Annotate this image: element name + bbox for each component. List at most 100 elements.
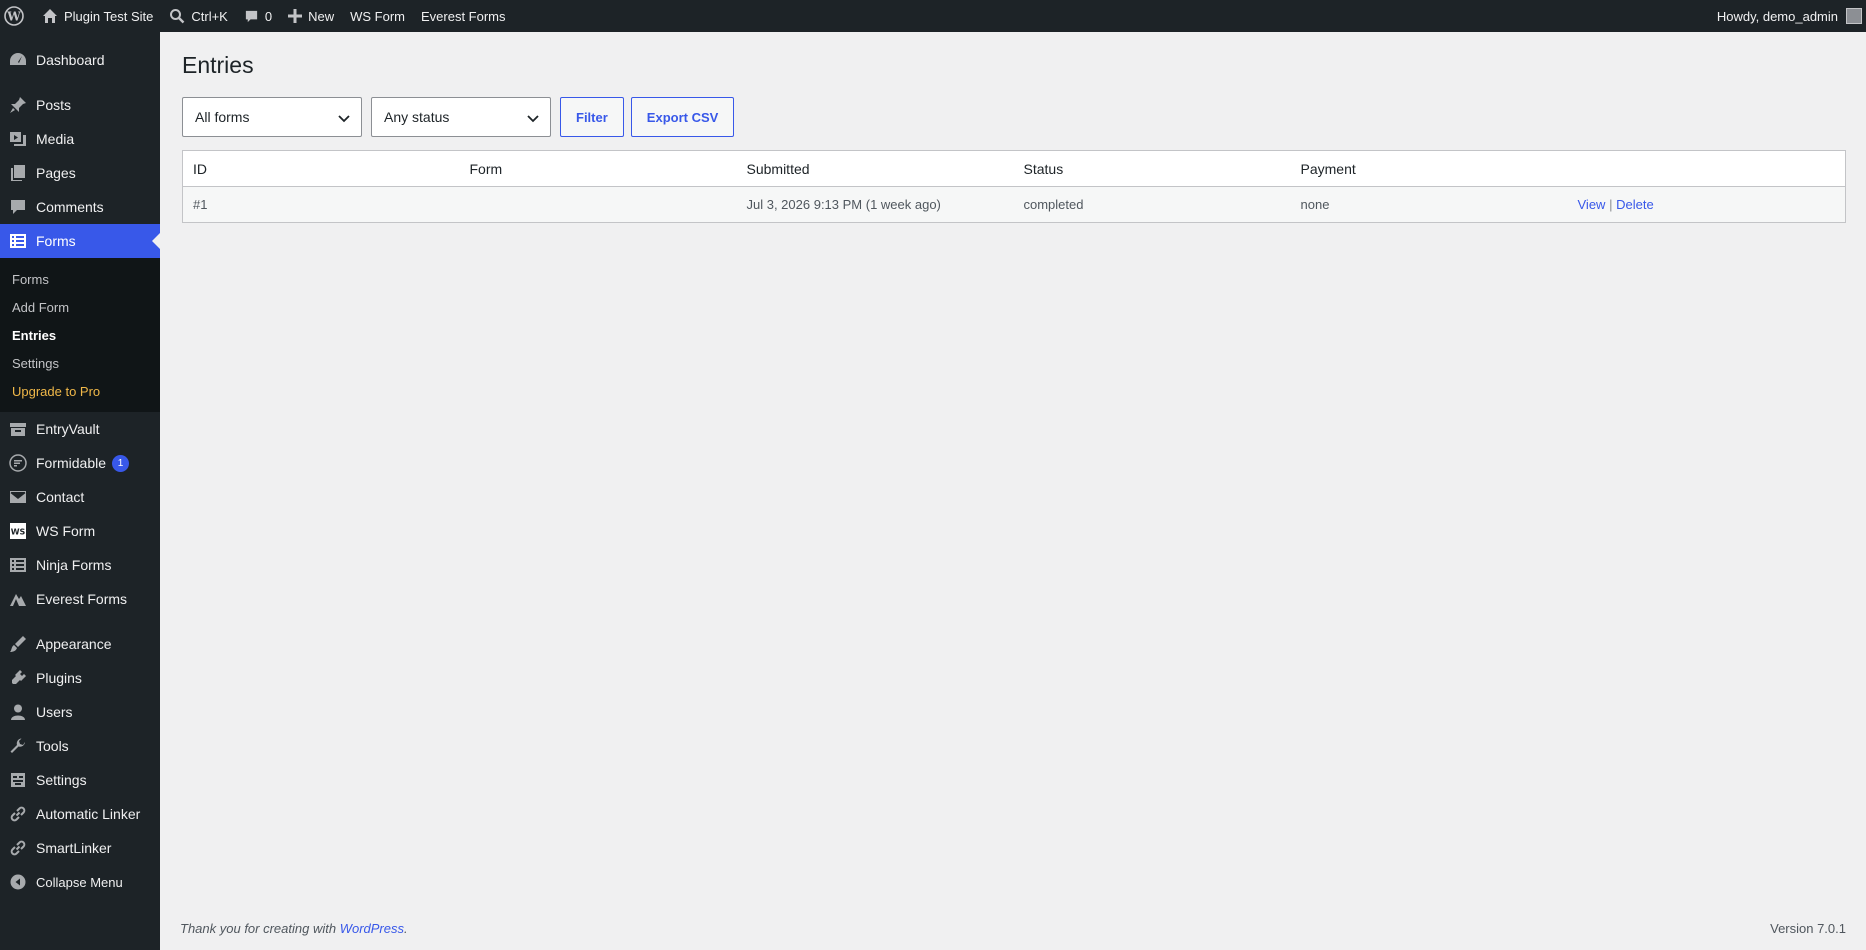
my-account[interactable]: Howdy, demo_admin [1709,0,1866,32]
menu-label: Ninja Forms [36,557,112,573]
menu-forms[interactable]: Forms [0,224,160,258]
menu-label: Settings [36,772,87,788]
admin-bar: W Plugin Test Site Ctrl+K 0 New WS Form … [0,0,1866,32]
status-select[interactable]: Any status [371,97,551,137]
menu-label: Plugins [36,670,82,686]
menu-plugins[interactable]: Plugins [0,661,160,695]
menu-label: Appearance [36,636,112,652]
paintbrush-icon [8,634,28,654]
view-link[interactable]: View [1578,197,1606,212]
plug-icon [8,668,28,688]
menu-formidable[interactable]: Formidable 1 [0,446,160,480]
page-title: Entries [182,52,254,78]
dashboard-icon [8,50,28,70]
form-select[interactable]: All forms [182,97,362,137]
action-separator: | [1609,197,1613,212]
ws-form-label: WS Form [350,8,405,24]
menu-media[interactable]: Media [0,122,160,156]
filter-bar: All forms Any status Filter Export CSV [182,97,1846,137]
submenu-upgrade-pro[interactable]: Upgrade to Pro [0,377,160,405]
menu-label: Dashboard [36,52,105,68]
menu-posts[interactable]: Posts [0,88,160,122]
comments-icon [8,197,28,217]
menu-label: Formidable [36,455,107,471]
menu-label: Tools [36,738,69,754]
menu-users[interactable]: Users [0,695,160,729]
wordpress-logo-icon[interactable]: W [0,0,34,32]
main-content: Entries All forms Any status Filter Expo… [160,32,1866,950]
everest-forms-icon [8,589,28,609]
menu-dashboard[interactable]: Dashboard [0,43,160,77]
footer-thanks-text: Thank you for creating with [180,921,337,936]
plus-icon [288,9,303,23]
svg-text:W: W [6,10,21,24]
menu-smartlinker[interactable]: SmartLinker [0,831,160,865]
collapse-arrow-icon [8,872,28,892]
wrench-icon [8,736,28,756]
pages-icon [8,163,28,183]
ws-form-icon: WS [8,521,28,541]
admin-sidebar: Dashboard Posts Media Pages Comments For… [0,32,160,950]
export-csv-button[interactable]: Export CSV [630,97,735,137]
chevron-down-icon [527,115,539,123]
filter-button[interactable]: Filter [560,97,624,137]
menu-label: Users [36,704,73,720]
cell-submitted: Jul 3, 2026 9:13 PM (1 week ago) [736,186,1014,223]
submenu-forms[interactable]: Forms [0,265,160,293]
formidable-icon [8,453,28,473]
menu-tools[interactable]: Tools [0,729,160,763]
comments-link[interactable]: 0 [236,0,280,32]
menu-pages[interactable]: Pages [0,156,160,190]
site-name: Plugin Test Site [64,8,154,24]
menu-comments[interactable]: Comments [0,190,160,224]
menu-label: WS Form [36,523,96,539]
column-header-id: ID [182,150,460,187]
column-header-actions [1567,150,1846,187]
search-shortcut: Ctrl+K [191,8,228,24]
menu-appearance[interactable]: Appearance [0,627,160,661]
comment-bubble-icon [245,10,257,22]
menu-contact[interactable]: Contact [0,480,160,514]
menu-label: Collapse Menu [36,874,123,890]
new-content-link[interactable]: New [280,0,342,32]
cell-status: completed [1013,186,1291,223]
menu-everest-forms[interactable]: Everest Forms [0,582,160,616]
menu-label: Everest Forms [36,591,128,607]
footer-thanks: Thank you for creating with WordPress. [180,921,408,936]
table-header-row: ID Form Submitted Status Payment [182,150,1846,187]
menu-label: Pages [36,165,76,181]
menu-label: Forms [36,233,76,249]
command-search[interactable]: Ctrl+K [161,0,235,32]
everest-forms-label: Everest Forms [421,8,506,24]
menu-automatic-linker[interactable]: Automatic Linker [0,797,160,831]
comments-count: 0 [264,8,273,24]
submenu-add-form[interactable]: Add Form [0,293,160,321]
status-select-value: Any status [384,109,450,125]
menu-label: Media [36,131,75,147]
ws-form-link[interactable]: WS Form [342,0,413,32]
media-icon [8,129,28,149]
wordpress-link[interactable]: WordPress [340,921,404,936]
submenu-settings[interactable]: Settings [0,349,160,377]
ninja-forms-icon [8,555,28,575]
everest-forms-link[interactable]: Everest Forms [413,0,514,32]
menu-ws-form[interactable]: WS WS Form [0,514,160,548]
link-icon [8,838,28,858]
cell-id: #1 [182,186,460,223]
svg-text:WS: WS [11,528,26,537]
menu-ninja-forms[interactable]: Ninja Forms [0,548,160,582]
submenu-entries[interactable]: Entries [0,321,160,349]
site-name-link[interactable]: Plugin Test Site [34,0,161,32]
search-icon [170,9,185,24]
archive-box-icon [8,419,28,439]
avatar [1846,8,1862,24]
chevron-down-icon [338,115,350,123]
user-icon [8,702,28,722]
collapse-menu-button[interactable]: Collapse Menu [0,865,160,899]
menu-entryvault[interactable]: EntryVault [0,412,160,446]
form-icon [8,231,28,251]
delete-link[interactable]: Delete [1616,197,1654,212]
menu-settings[interactable]: Settings [0,763,160,797]
table-row: #1 Jul 3, 2026 9:13 PM (1 week ago) comp… [182,186,1846,223]
settings-sliders-icon [8,770,28,790]
